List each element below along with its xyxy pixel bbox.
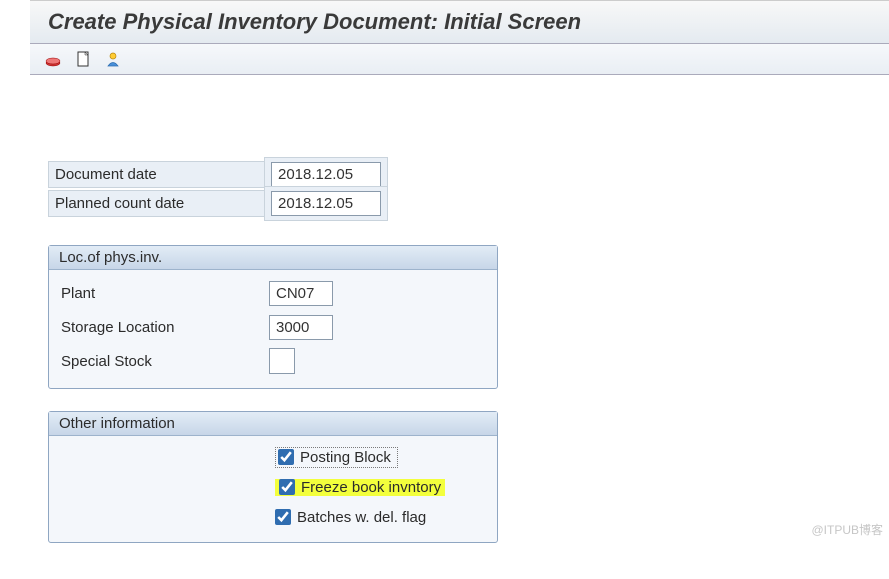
loc-panel-body: Plant Storage Location Special Stock — [49, 270, 497, 388]
posting-block-row: Posting Block — [59, 442, 487, 472]
storage-location-label: Storage Location — [59, 315, 269, 340]
user-icon[interactable] — [104, 50, 122, 68]
planned-count-date-label: Planned count date — [48, 190, 264, 217]
print-icon[interactable] — [44, 50, 62, 68]
posting-block-focus-frame: Posting Block — [275, 447, 398, 468]
date-fields-group: Document date Planned count date — [48, 159, 871, 218]
plant-row: Plant — [59, 276, 487, 310]
toolbar — [30, 44, 889, 75]
watermark: @ITPUB博客 — [811, 521, 883, 538]
storage-location-row: Storage Location — [59, 310, 487, 344]
planned-count-date-input[interactable] — [271, 191, 381, 216]
freeze-book-highlight: Freeze book invntory — [275, 479, 445, 496]
document-date-row: Document date — [48, 159, 871, 189]
document-date-label: Document date — [48, 161, 264, 188]
freeze-book-label: Freeze book invntory — [301, 479, 441, 496]
batches-del-row: Batches w. del. flag — [59, 502, 487, 532]
special-stock-input[interactable] — [269, 348, 295, 374]
loc-panel-header: Loc.of phys.inv. — [49, 246, 497, 270]
loc-phys-inv-panel: Loc.of phys.inv. Plant Storage Location … — [48, 245, 498, 389]
freeze-book-row: Freeze book invntory — [59, 472, 487, 502]
batches-del-label: Batches w. del. flag — [297, 509, 426, 526]
other-panel-header: Other information — [49, 412, 497, 436]
plant-input[interactable] — [269, 281, 333, 306]
content-area: Document date Planned count date Loc.of … — [30, 75, 889, 579]
batches-del-checkbox[interactable] — [275, 509, 291, 525]
storage-location-input[interactable] — [269, 315, 333, 340]
title-bar: Create Physical Inventory Document: Init… — [30, 0, 889, 44]
page-title: Create Physical Inventory Document: Init… — [48, 9, 871, 35]
freeze-book-checkbox[interactable] — [279, 479, 295, 495]
special-stock-label: Special Stock — [59, 349, 269, 374]
posting-block-checkbox[interactable] — [278, 449, 294, 465]
document-icon[interactable] — [74, 50, 92, 68]
posting-block-label: Posting Block — [300, 449, 391, 466]
other-panel-body: Posting Block Freeze book invntory Batch… — [49, 436, 497, 542]
planned-count-date-row: Planned count date — [48, 188, 871, 218]
special-stock-row: Special Stock — [59, 344, 487, 378]
plant-label: Plant — [59, 281, 269, 306]
other-information-panel: Other information Posting Block Freeze b… — [48, 411, 498, 543]
document-date-input[interactable] — [271, 162, 381, 187]
